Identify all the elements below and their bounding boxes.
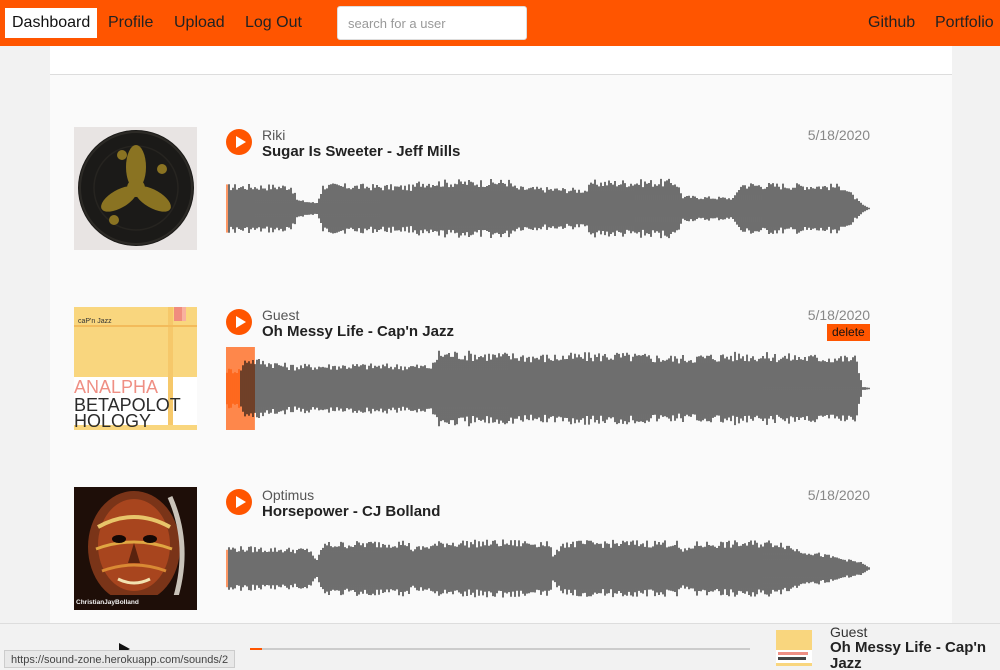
play-button[interactable] <box>226 129 252 155</box>
waveform-bars <box>228 178 870 239</box>
nav-dashboard-link[interactable]: Dashboard <box>5 8 98 38</box>
play-button[interactable] <box>226 309 252 335</box>
track-waveform[interactable] <box>226 167 870 250</box>
top-navbar: Dashboard Profile Upload Log Out Github … <box>0 0 1000 46</box>
cover-text: HOLOGY <box>74 411 151 430</box>
track-item: ChristianJayBolland Optimus Horsepower -… <box>50 487 952 612</box>
play-button[interactable] <box>226 489 252 515</box>
nav-profile-link[interactable]: Profile <box>108 8 153 38</box>
user-search-input[interactable] <box>337 6 527 40</box>
browser-status-url: https://sound-zone.herokuapp.com/sounds/… <box>4 650 236 668</box>
track-uploader[interactable]: Optimus <box>262 487 314 503</box>
track-title: Oh Messy Life - Cap'n Jazz <box>262 323 454 340</box>
cover-text: caP'n Jazz <box>78 318 112 325</box>
track-waveform[interactable] <box>226 527 870 610</box>
sound-feed: Riki Sugar Is Sweeter - Jeff Mills 5/18/… <box>50 46 952 623</box>
cover-text: ChristianJayBolland <box>76 599 139 606</box>
track-uploader[interactable]: Guest <box>262 307 299 323</box>
player-uploader[interactable]: Guest <box>830 624 867 640</box>
player-progress-bar[interactable] <box>250 648 750 650</box>
analphabetapolothology-artwork-icon <box>776 630 812 666</box>
track-cover-art[interactable] <box>74 127 197 250</box>
dark-record-artwork-icon <box>74 127 197 250</box>
nav-upload-link[interactable]: Upload <box>174 8 225 38</box>
track-item: Riki Sugar Is Sweeter - Jeff Mills 5/18/… <box>50 127 952 252</box>
track-cover-art[interactable]: ChristianJayBolland <box>74 487 197 610</box>
waveform-bars <box>228 539 870 598</box>
cover-text: ANALPHA <box>74 377 158 397</box>
player-title: Oh Messy Life - Cap'n Jazz <box>830 639 987 670</box>
track-cover-art[interactable]: caP'n Jazz ANALPHA BETAPOLOT HOLOGY <box>74 307 197 430</box>
player-cover-art <box>776 630 812 666</box>
track-date: 5/18/2020 <box>807 127 870 143</box>
nav-github-link[interactable]: Github <box>868 8 915 38</box>
track-date: 5/18/2020 <box>807 307 870 323</box>
player-progress-fill <box>250 648 262 650</box>
waveform-bars <box>240 350 870 427</box>
painted-face-artwork-icon: ChristianJayBolland <box>74 487 197 610</box>
track-item: caP'n Jazz ANALPHA BETAPOLOT HOLOGY Gues… <box>50 307 952 432</box>
delete-button[interactable]: delete <box>827 324 870 341</box>
feed-header-bar <box>50 46 952 75</box>
track-date: 5/18/2020 <box>807 487 870 503</box>
nav-logout-link[interactable]: Log Out <box>245 8 302 38</box>
nav-portfolio-link[interactable]: Portfolio <box>935 8 994 38</box>
track-title: Horsepower - CJ Bolland <box>262 503 441 520</box>
track-waveform[interactable] <box>226 347 870 430</box>
waveform-played-bars <box>226 368 240 409</box>
track-title: Sugar Is Sweeter - Jeff Mills <box>262 143 461 160</box>
analphabetapolothology-artwork-icon: caP'n Jazz ANALPHA BETAPOLOT HOLOGY <box>74 307 197 430</box>
track-uploader[interactable]: Riki <box>262 127 285 143</box>
